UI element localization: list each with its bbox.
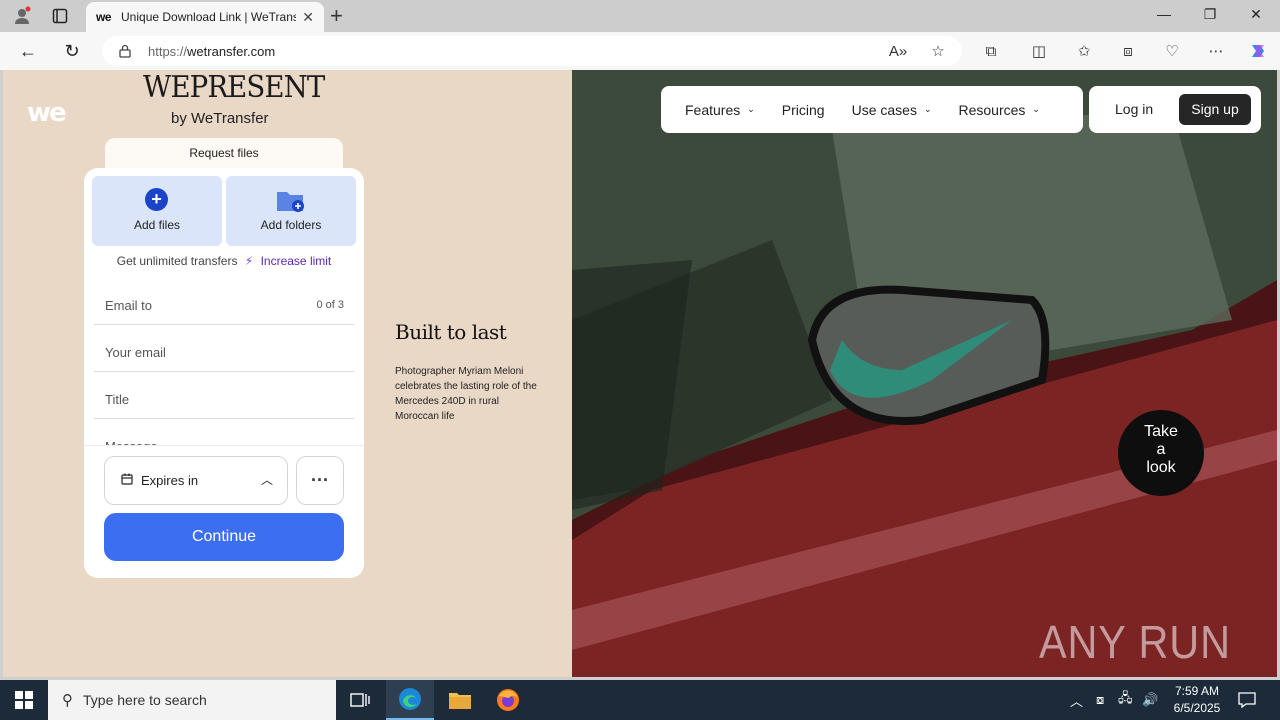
read-aloud-icon[interactable]: A» [886,39,910,63]
chevron-down-icon: ⌄ [1032,104,1040,114]
tab-close-icon[interactable]: ✕ [302,9,314,26]
firefox-icon[interactable] [484,680,532,720]
login-link[interactable]: Log in [1115,101,1153,117]
copilot-icon[interactable] [1246,39,1270,63]
address-bar[interactable]: https://wetransfer.com [102,36,962,66]
wetransfer-favicon-icon: we [96,10,112,24]
collections-icon[interactable]: ⧈ [1116,39,1140,63]
show-hidden-icons[interactable]: ︿ [1070,680,1083,720]
clock-date: 6/5/2025 [1173,701,1221,715]
new-tab-icon[interactable]: + [330,4,343,28]
clock-time: 7:59 AM [1174,684,1220,698]
browser-toolbar: ← ↻ https://wetransfer.com A» ☆ ⧉ ◫ ✩ ⧈ … [0,32,1280,70]
calendar-icon [121,473,133,488]
add-folders-button[interactable]: Add folders [226,176,356,246]
window-close-icon[interactable]: ✕ [1246,6,1266,23]
continue-button[interactable]: Continue [104,513,344,561]
refresh-icon[interactable]: ↻ [60,39,84,63]
nav-features[interactable]: Features ⌄ [685,102,755,118]
tab-title: Unique Download Link | WeTrans [121,10,297,24]
profile-icon[interactable] [10,4,34,28]
device-icon[interactable]: ⧇ [1096,680,1104,720]
expires-in-label: Expires in [141,473,199,488]
edge-taskbar-icon[interactable] [386,680,434,720]
restore-icon[interactable]: ❐ [1200,6,1220,23]
lightning-icon: ⚡ [244,254,254,268]
wepresent-subtitle: by WeTransfer [171,110,269,127]
nav-pricing[interactable]: Pricing [782,102,825,118]
chevron-down-icon: ⌄ [923,104,932,114]
cta-line-1: Take [1144,423,1178,440]
tab-actions-icon[interactable] [48,4,72,28]
split-screen-icon[interactable]: ◫ [1027,39,1051,63]
anyrun-watermark: ANY RUN [1039,616,1231,668]
add-folders-label: Add folders [260,218,322,232]
expires-in-select[interactable]: Expires in ︿ [104,456,288,505]
cta-line-3: look [1146,459,1176,476]
system-clock[interactable]: 7:59 AM 6/5/2025 [1168,683,1226,717]
main-nav: Features ⌄ Pricing Use cases ⌄ Resources ⌄ [661,86,1083,133]
more-options-button[interactable]: ··· [296,456,344,505]
minimize-icon[interactable]: — [1154,6,1174,22]
browser-tab-bar: we Unique Download Link | WeTrans ✕ + — … [0,0,1280,32]
auth-box: Log in Sign up [1089,86,1261,133]
email-count: 0 of 3 [316,299,344,311]
favorite-star-icon[interactable]: ☆ [926,39,950,63]
windows-taskbar: ⚲ Type here to search ︿ ⧇ 🖧 🔊 7:59 AM 6/… [0,680,1280,720]
plus-circle-icon: + [145,188,168,211]
take-a-look-button[interactable]: Take a look [1118,410,1204,496]
upload-panel: + Add files Add folders Get unlimited tr… [84,168,364,578]
title-field[interactable]: Title [94,372,354,419]
article-title[interactable]: Built to last [395,320,507,344]
network-icon[interactable]: 🖧 [1118,680,1133,720]
url-text: https://wetransfer.com [148,43,276,59]
signup-button[interactable]: Sign up [1179,94,1251,125]
panel-footer: Expires in ︿ ··· Continue [84,445,364,578]
folder-plus-icon [277,192,304,212]
windows-start-icon[interactable] [0,680,48,720]
task-view-icon[interactable] [336,680,384,720]
request-files-tab[interactable]: Request files [105,138,343,172]
extensions-icon[interactable]: ⧉ [979,39,1003,63]
wepresent-title[interactable]: WEPRESENT [143,70,325,105]
your-email-field[interactable]: Your email [94,325,354,372]
unlimited-transfers-row: Get unlimited transfers ⚡ Increase limit [84,254,364,268]
email-to-field[interactable]: Email to 0 of 3 [94,278,354,325]
cta-line-2: a [1156,441,1166,458]
wetransfer-page: we WEPRESENT by WeTransfer Request files… [3,70,1277,677]
nav-use-cases[interactable]: Use cases ⌄ [852,102,932,118]
title-placeholder: Title [105,392,130,407]
back-icon[interactable]: ← [16,39,40,63]
more-menu-icon[interactable]: ⋯ [1204,39,1228,63]
unlimited-text: Get unlimited transfers [116,254,238,268]
volume-icon[interactable]: 🔊 [1142,680,1158,720]
browser-tab-active[interactable]: we Unique Download Link | WeTrans ✕ [86,2,324,32]
browser-essentials-icon[interactable]: ♡ [1160,39,1184,63]
your-email-placeholder: Your email [105,345,166,360]
notifications-icon[interactable] [1238,680,1256,720]
favorites-icon[interactable]: ✩ [1072,39,1096,63]
chevron-down-icon: ⌄ [747,104,755,114]
taskbar-search-box[interactable]: ⚲ Type here to search [48,680,336,720]
add-files-button[interactable]: + Add files [92,176,222,246]
lock-icon[interactable] [118,44,132,58]
chevron-up-icon: ︿ [260,473,273,487]
nav-resources[interactable]: Resources ⌄ [959,102,1040,118]
wetransfer-logo[interactable]: we [27,98,67,128]
article-description: Photographer Myriam Meloni celebrates th… [395,366,537,422]
email-to-placeholder: Email to [105,298,152,313]
hero-image [572,70,1277,677]
add-files-label: Add files [133,218,181,232]
taskbar-search-placeholder: Type here to search [83,692,207,708]
search-icon: ⚲ [62,692,73,709]
file-explorer-icon[interactable] [436,680,484,720]
increase-limit-link[interactable]: Increase limit [261,254,332,268]
car-photo-illustration [572,70,1277,677]
